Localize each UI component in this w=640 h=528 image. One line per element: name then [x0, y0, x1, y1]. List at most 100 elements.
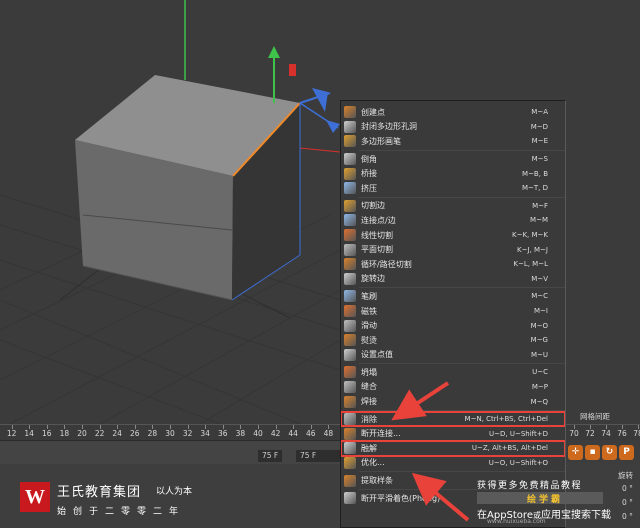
- menu-item-brush[interactable]: 笔刷 M~C: [341, 289, 565, 304]
- timeline-tick-label: 22: [94, 429, 105, 438]
- menu-item-label: 消除: [361, 414, 377, 424]
- menu-item-line-cut[interactable]: 线性切割 K~K, M~K: [341, 228, 565, 243]
- menu-item-shortcut: M~M: [530, 216, 548, 225]
- timeline-tick-label: 38: [235, 429, 246, 438]
- move-icon[interactable]: ✛: [568, 444, 583, 460]
- rotate-value-p[interactable]: 0 °: [622, 498, 633, 507]
- menu-separator: [359, 287, 565, 289]
- brand-subtitle: 始创于二零零二年: [57, 507, 186, 517]
- menu-item-label: 缝合: [361, 382, 377, 392]
- break-phong-icon: [344, 492, 356, 505]
- frame-field-max[interactable]: 75 F: [296, 450, 340, 462]
- menu-item-magnet[interactable]: 磁铁 M~I: [341, 304, 565, 319]
- menu-item-label: 线性切割: [361, 230, 393, 240]
- menu-item-close-polygon-hole[interactable]: 封闭多边形孔洞 M~D: [341, 120, 565, 135]
- timeline-tick-label: 36: [218, 429, 228, 438]
- brand-logo: W: [20, 482, 50, 512]
- menu-item-shortcut: U~C: [532, 368, 548, 377]
- menu-item-stitch[interactable]: 缝合 M~P: [341, 380, 565, 395]
- timeline-tick-label: 20: [77, 429, 87, 438]
- stitch-icon: [344, 380, 356, 393]
- menu-item-label: 焊接: [361, 397, 377, 407]
- menu-item-create-point[interactable]: 创建点 M~A: [341, 105, 565, 120]
- rotate-label: 旋转: [618, 471, 633, 480]
- menu-item-shortcut: M~P: [531, 382, 548, 391]
- dissolve-icon: [344, 413, 356, 426]
- world-x-axis: [299, 147, 341, 153]
- rotate-value-b[interactable]: 0 °: [622, 512, 633, 521]
- split-icon: [344, 366, 356, 379]
- timeline-tick-label: 26: [130, 429, 140, 438]
- loop-path-cut-icon: [344, 258, 356, 271]
- set-point-value-icon: [344, 348, 356, 361]
- menu-item-split[interactable]: 坍塌 U~C: [341, 365, 565, 380]
- promo-line-3-pre: 在: [477, 510, 487, 521]
- extract-spline-icon: [344, 474, 356, 487]
- timeline-ruler[interactable]: 1012141618202224262830323436384042444648: [0, 424, 340, 440]
- menu-item-label: 磁铁: [361, 306, 377, 316]
- menu-item-loop-path-cut[interactable]: 循环/路径切割 K~L, M~L: [341, 257, 565, 272]
- brand-slogan: 以人为本: [156, 487, 193, 497]
- menu-item-shortcut: M~A: [531, 108, 548, 117]
- menu-item-label: 融解: [361, 443, 377, 453]
- iron-icon: [344, 334, 356, 347]
- menu-item-shortcut: K~J, M~J: [517, 245, 548, 254]
- cut-edges-icon: [344, 199, 356, 212]
- menu-item-shortcut: M~S: [531, 155, 548, 164]
- menu-item-shortcut: M~N, Ctrl+BS, Ctrl+Del: [464, 415, 548, 424]
- line-cut-icon: [344, 229, 356, 242]
- timeline-ruler-right[interactable]: 70 72 74 76 78: [566, 424, 640, 440]
- close-polygon-hole-icon: [344, 120, 356, 133]
- menu-item-cut-edges[interactable]: 切割边 M~F: [341, 199, 565, 214]
- menu-item-set-point-value[interactable]: 设置点值 M~U: [341, 348, 565, 363]
- menu-item-bevel[interactable]: 倒角 M~S: [341, 152, 565, 167]
- p-icon[interactable]: P: [619, 444, 634, 460]
- menu-item-shortcut: M~G: [530, 336, 548, 345]
- menu-item-label: 循环/路径切割: [361, 259, 412, 269]
- menu-item-iron[interactable]: 熨烫 M~G: [341, 333, 565, 348]
- promo-line-1: 获得更多免费精品教程: [477, 481, 583, 491]
- menu-item-spin-edge[interactable]: 旋转边 M~V: [341, 272, 565, 287]
- plane-cut-icon: [344, 243, 356, 256]
- timeline-tick-label: 28: [147, 429, 158, 438]
- timeline-tick-label: 46: [306, 429, 316, 438]
- menu-item-dissolve[interactable]: 消除 M~N, Ctrl+BS, Ctrl+Del: [341, 410, 565, 428]
- menu-item-shortcut: U~D, U~Shift+D: [489, 429, 548, 438]
- menu-item-polygon-pen[interactable]: 多边形画笔 M~E: [341, 134, 565, 149]
- menu-item-shortcut: M~V: [531, 274, 548, 283]
- menu-item-plane-cut[interactable]: 平面切割 K~J, M~J: [341, 242, 565, 257]
- menu-item-weld[interactable]: 焊接 M~Q: [341, 394, 565, 409]
- menu-item-label: 笔刷: [361, 291, 377, 301]
- promo-url: www.huixueba.com: [487, 518, 546, 525]
- rotate-icon[interactable]: ↻: [602, 444, 617, 460]
- create-point-icon: [344, 106, 356, 119]
- break-connection-icon: [344, 427, 356, 440]
- timeline-tick-label: 40: [253, 429, 263, 438]
- menu-item-label: 切割边: [361, 201, 385, 211]
- menu-item-optimize[interactable]: 优化... U~O, U~Shift+O: [341, 456, 565, 471]
- menu-item-slide[interactable]: 滑动 M~O: [341, 318, 565, 333]
- menu-separator: [359, 409, 565, 411]
- menu-item-extrude[interactable]: 挤压 M~T, D: [341, 181, 565, 196]
- menu-item-shortcut: K~K, M~K: [512, 231, 548, 240]
- menu-item-break-connection[interactable]: 断开连接... U~D, U~Shift+D: [341, 426, 565, 441]
- slide-icon: [344, 319, 356, 332]
- menu-item-connect-points-edges[interactable]: 连接点/边 M~M: [341, 213, 565, 228]
- rotate-value-h[interactable]: 0 °: [622, 484, 633, 493]
- scale-icon[interactable]: ▪: [585, 444, 600, 460]
- timeline-tick-label: 72: [585, 429, 595, 438]
- frame-field-end[interactable]: 75 F: [258, 450, 283, 462]
- cube-object[interactable]: [75, 75, 301, 301]
- menu-item-shortcut: M~U: [530, 350, 548, 359]
- menu-separator: [359, 471, 565, 473]
- menu-item-label: 多边形画笔: [361, 136, 401, 146]
- optimize-icon: [344, 456, 356, 469]
- menu-item-melt[interactable]: 融解 U~Z, Alt+BS, Alt+Del: [341, 440, 565, 457]
- menu-item-shortcut: M~D: [530, 122, 548, 131]
- menu-separator: [359, 149, 565, 151]
- menu-item-bridge[interactable]: 桥接 M~B, B: [341, 166, 565, 181]
- menu-item-label: 连接点/边: [361, 215, 396, 225]
- timeline-tick-label: 74: [601, 429, 611, 438]
- brush-icon: [344, 290, 356, 303]
- timeline-tick-label: 30: [165, 429, 175, 438]
